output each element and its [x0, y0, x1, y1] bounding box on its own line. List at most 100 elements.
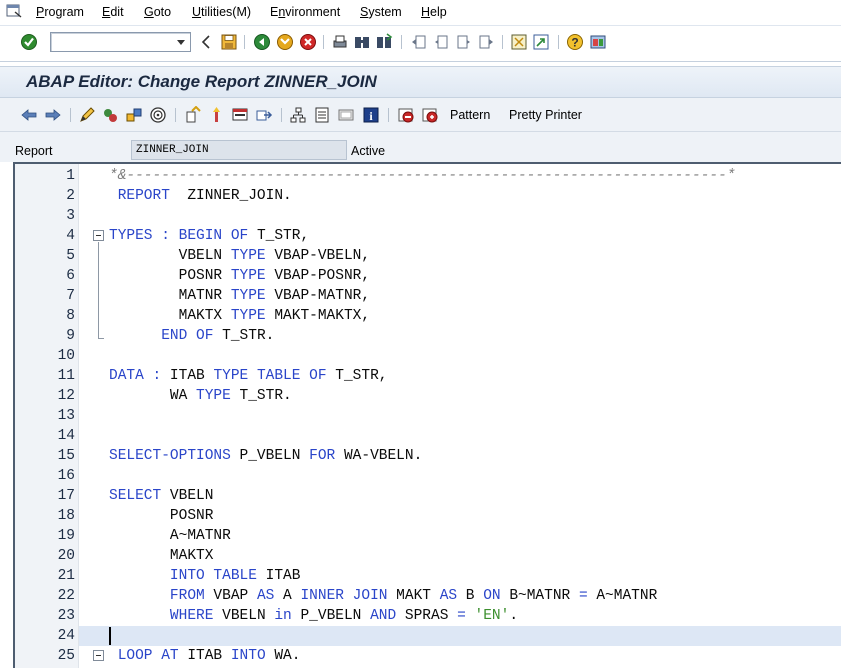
check-icon[interactable] [184, 106, 202, 124]
display-change-icon[interactable] [78, 106, 96, 124]
code-line[interactable]: END OF T_STR. [109, 326, 841, 346]
code-line[interactable]: VBELN TYPE VBAP-VBELN, [109, 246, 841, 266]
session-breakpoint-icon[interactable] [421, 106, 439, 124]
code-line[interactable]: INTO TABLE ITAB [109, 566, 841, 586]
code-line[interactable]: WHERE VBELN in P_VBELN AND SPRAS = 'EN'. [109, 606, 841, 626]
customize-layout-icon[interactable] [589, 33, 607, 51]
code-line[interactable]: LOOP AT ITAB INTO WA. [109, 646, 841, 666]
where-used-list-icon[interactable] [149, 106, 167, 124]
code-line[interactable] [109, 346, 841, 366]
collapse-block-icon[interactable] [93, 230, 104, 241]
back-arrow-icon[interactable] [20, 106, 38, 124]
toolbar-separator [388, 108, 389, 122]
create-session-icon[interactable] [510, 33, 528, 51]
menu-environment[interactable]: Environment [270, 5, 340, 19]
report-name-field: ZINNER_JOIN [131, 140, 347, 160]
toolbar-separator [323, 35, 324, 49]
save-icon[interactable] [220, 33, 238, 51]
line-number: 23 [57, 608, 75, 624]
last-page-icon[interactable] [477, 33, 495, 51]
toolbar-separator [401, 35, 402, 49]
code-line[interactable]: *&--------------------------------------… [109, 166, 841, 186]
code-line[interactable]: REPORT ZINNER_JOIN. [109, 186, 841, 206]
back-icon[interactable] [198, 33, 216, 51]
page-title: ABAP Editor: Change Report ZINNER_JOIN [26, 72, 377, 91]
line-number: 24 [57, 628, 75, 644]
line-number-gutter: 1 2 3 4 5 6 7 8 9 10 11 12 13 14 15 16 17 18 19 20 21 22 23 24 2… [15, 164, 79, 668]
find-icon[interactable] [353, 33, 371, 51]
toolbar-separator [502, 35, 503, 49]
info-icon[interactable]: i [362, 106, 380, 124]
menu-utilities[interactable]: Utilities(M) [192, 5, 251, 19]
pattern-button[interactable]: Pattern [450, 108, 490, 122]
toolbar-separator [244, 35, 245, 49]
previous-page-icon[interactable] [432, 33, 450, 51]
pretty-printer-button[interactable]: Pretty Printer [509, 108, 582, 122]
exit-icon[interactable] [276, 33, 294, 51]
application-toolbar: i Pattern Pretty Printer [0, 98, 841, 132]
line-number: 7 [66, 288, 75, 304]
next-page-icon[interactable] [455, 33, 473, 51]
activate-icon[interactable] [207, 106, 225, 124]
enhance-icon[interactable] [337, 106, 355, 124]
cancel-icon[interactable] [299, 33, 317, 51]
enter-icon[interactable] [20, 33, 38, 51]
line-number: 6 [66, 268, 75, 284]
code-line[interactable]: DATA : ITAB TYPE TABLE OF T_STR, [109, 366, 841, 386]
status-text: Active [351, 144, 386, 158]
line-number: 21 [57, 568, 75, 584]
command-field[interactable] [50, 32, 191, 52]
code-line[interactable]: MAKTX TYPE MAKT-MAKTX, [109, 306, 841, 326]
code-line[interactable] [109, 426, 841, 446]
code-line[interactable]: SELECT VBELN [109, 486, 841, 506]
menu-program[interactable]: Program [36, 5, 84, 19]
test-icon[interactable] [231, 106, 249, 124]
code-line[interactable]: A~MATNR [109, 526, 841, 546]
svg-text:?: ? [571, 36, 578, 50]
first-page-icon[interactable] [410, 33, 428, 51]
shortcut-icon[interactable] [532, 33, 550, 51]
code-line[interactable]: MATNR TYPE VBAP-MATNR, [109, 286, 841, 306]
line-number: 18 [57, 508, 75, 524]
chevron-down-icon[interactable] [172, 33, 190, 51]
code-line[interactable] [109, 206, 841, 226]
object-list-icon[interactable] [289, 106, 307, 124]
find-next-icon[interactable] [375, 33, 393, 51]
line-number: 15 [57, 448, 75, 464]
other-object-icon[interactable] [125, 106, 143, 124]
active-inactive-icon[interactable] [101, 106, 119, 124]
toolbar-separator [558, 35, 559, 49]
print-icon[interactable] [331, 33, 349, 51]
breakpoint-icon[interactable] [397, 106, 415, 124]
code-line[interactable]: WA TYPE T_STR. [109, 386, 841, 406]
code-line[interactable] [109, 406, 841, 426]
menu-system[interactable]: System [360, 5, 402, 19]
help-icon[interactable]: ? [566, 33, 584, 51]
code-line[interactable] [109, 466, 841, 486]
collapse-block-icon[interactable] [93, 650, 104, 661]
code-line[interactable]: SELECT-OPTIONS P_VBELN FOR WA-VBELN. [109, 446, 841, 466]
code-line[interactable]: POSNR [109, 506, 841, 526]
green-back-icon[interactable] [253, 33, 271, 51]
system-menu-icon[interactable] [6, 3, 22, 19]
code-line[interactable]: MAKTX [109, 546, 841, 566]
line-number: 2 [66, 188, 75, 204]
menu-goto[interactable]: Goto [144, 5, 171, 19]
display-object-list-icon[interactable] [313, 106, 331, 124]
line-number: 25 [57, 648, 75, 664]
code-line[interactable]: POSNR TYPE VBAP-POSNR, [109, 266, 841, 286]
line-number: 19 [57, 528, 75, 544]
toolbar-separator [281, 108, 282, 122]
code-editor[interactable]: 1 2 3 4 5 6 7 8 9 10 11 12 13 14 15 16 17 18 19 20 21 22 23 24 2… [13, 162, 841, 668]
toolbar-separator [70, 108, 71, 122]
navigation-window-icon[interactable] [255, 106, 273, 124]
code-line[interactable]: TYPES : BEGIN OF T_STR, [109, 226, 841, 246]
command-input[interactable] [51, 33, 171, 51]
code-line[interactable]: FROM VBAP AS A INNER JOIN MAKT AS B ON B… [109, 586, 841, 606]
menu-help[interactable]: Help [421, 5, 447, 19]
forward-arrow-icon[interactable] [44, 106, 62, 124]
menu-edit[interactable]: Edit [102, 5, 124, 19]
code-line[interactable] [109, 626, 841, 646]
line-number: 8 [66, 308, 75, 324]
line-number: 10 [57, 348, 75, 364]
